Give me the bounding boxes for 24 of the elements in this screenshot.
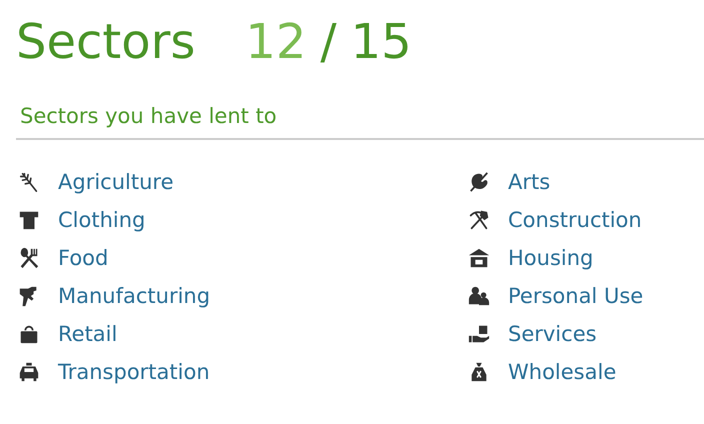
lent-count: 12 <box>245 14 306 70</box>
sector-link[interactable]: Clothing <box>58 208 146 232</box>
sector-link[interactable]: Retail <box>58 322 118 346</box>
sector-link[interactable]: Personal Use <box>508 284 644 308</box>
spoon-fork-icon <box>18 246 40 268</box>
pickaxe-shovel-icon <box>468 208 490 230</box>
sector-link[interactable]: Food <box>58 246 108 270</box>
section-subtitle: Sectors you have lent to <box>20 104 278 128</box>
total-count: 15 <box>350 14 412 70</box>
page-title: Sectors <box>16 14 196 70</box>
sector-link[interactable]: Construction <box>508 208 642 232</box>
sector-link[interactable]: Transportation <box>58 360 210 384</box>
palette-icon <box>468 170 490 192</box>
sector-link[interactable]: Arts <box>508 170 550 194</box>
wheat-icon <box>18 170 40 192</box>
sector-link[interactable]: Agriculture <box>58 170 174 194</box>
taxi-icon <box>18 360 40 382</box>
house-icon <box>468 246 490 268</box>
sector-link[interactable]: Manufacturing <box>58 284 210 308</box>
sector-link[interactable]: Wholesale <box>508 360 616 384</box>
sector-link[interactable]: Housing <box>508 246 594 270</box>
count-separator: / <box>320 14 337 70</box>
people-icon <box>468 284 490 306</box>
sector-link[interactable]: Services <box>508 322 597 346</box>
